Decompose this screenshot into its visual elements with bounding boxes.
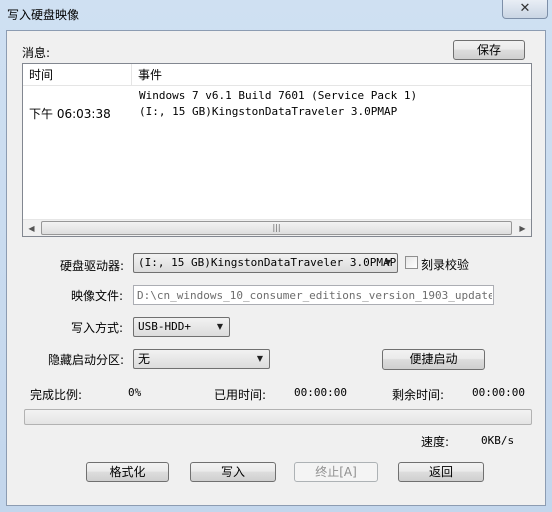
verify-label: 刻录校验 <box>421 258 470 272</box>
format-button[interactable]: 格式化 <box>86 462 169 482</box>
speed-label: 速度: <box>421 435 450 449</box>
image-file-value: D:\cn_windows_10_consumer_editions_versi… <box>137 289 492 302</box>
hidden-partition-label: 隐藏启动分区: <box>48 353 125 367</box>
close-button[interactable]: ✕ <box>502 0 548 19</box>
speed-value: 0KB/s <box>481 434 515 447</box>
write-method-value: USB-HDD+ <box>138 320 191 333</box>
image-file-field[interactable]: D:\cn_windows_10_consumer_editions_versi… <box>133 285 494 305</box>
write-method-select[interactable]: USB-HDD+ ▼ <box>133 317 230 337</box>
drive-select-value: (I:, 15 GB)KingstonDataTraveler 3.0PMAP <box>138 256 397 269</box>
chevron-down-icon: ▼ <box>384 258 392 267</box>
remaining-value: 00:00:00 <box>472 386 525 399</box>
window-title: 写入硬盘映像 <box>7 8 80 22</box>
hidden-partition-value: 无 <box>138 352 151 366</box>
verify-checkbox[interactable] <box>405 256 418 269</box>
message-time: 下午 06:03:38 <box>29 107 111 121</box>
scroll-left-icon[interactable]: ◀ <box>23 220 40 237</box>
scrollbar-thumb[interactable]: ||| <box>41 221 512 235</box>
drive-label: 硬盘驱动器: <box>60 259 125 273</box>
scroll-right-icon[interactable]: ▶ <box>514 220 531 237</box>
image-file-label: 映像文件: <box>71 289 124 303</box>
drive-select[interactable]: (I:, 15 GB)KingstonDataTraveler 3.0PMAP … <box>133 253 398 273</box>
abort-button[interactable]: 终止[A] <box>294 462 378 482</box>
back-button[interactable]: 返回 <box>398 462 484 482</box>
close-icon: ✕ <box>519 1 531 16</box>
complete-value: 0% <box>128 386 142 399</box>
elapsed-value: 00:00:00 <box>294 386 347 399</box>
chevron-down-icon: ▼ <box>256 354 264 363</box>
save-button[interactable]: 保存 <box>453 40 525 60</box>
column-header-time[interactable]: 时间 <box>23 64 131 86</box>
message-list[interactable]: 时间 事件 Windows 7 v6.1 Build 7601 (Service… <box>22 63 532 237</box>
message-event: Windows 7 v6.1 Build 7601 (Service Pack … <box>139 89 418 102</box>
progress-bar <box>24 409 532 425</box>
quick-boot-button[interactable]: 便捷启动 <box>382 349 485 370</box>
write-method-label: 写入方式: <box>71 321 124 335</box>
write-button[interactable]: 写入 <box>190 462 276 482</box>
hidden-partition-select[interactable]: 无 ▼ <box>133 349 270 369</box>
message-event: (I:, 15 GB)KingstonDataTraveler 3.0PMAP <box>139 105 398 118</box>
elapsed-label: 已用时间: <box>214 388 267 402</box>
chevron-down-icon: ▼ <box>216 322 224 331</box>
messages-label: 消息: <box>22 46 51 60</box>
horizontal-scrollbar[interactable]: ◀ ||| ▶ <box>23 219 531 236</box>
complete-label: 完成比例: <box>30 388 83 402</box>
message-list-header: 时间 事件 <box>23 64 531 86</box>
remaining-label: 剩余时间: <box>392 388 445 402</box>
column-header-event[interactable]: 事件 <box>132 64 530 86</box>
